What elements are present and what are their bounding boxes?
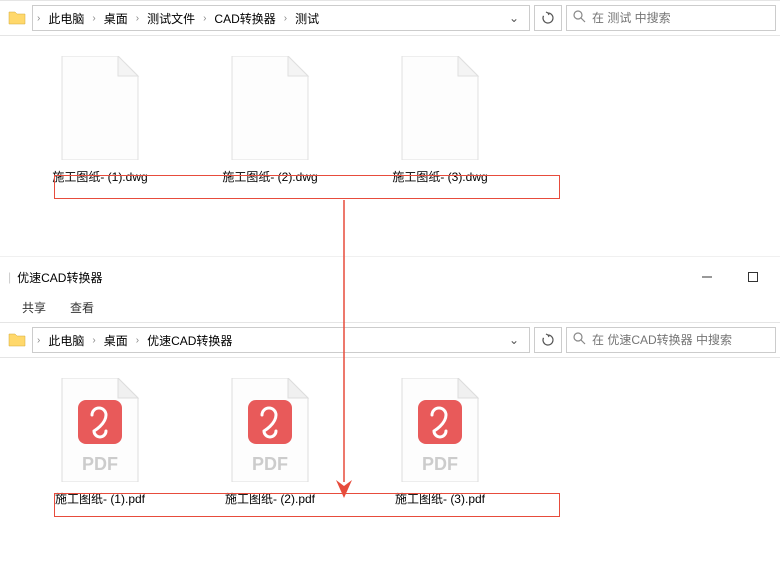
search-input[interactable]	[592, 333, 769, 347]
explorer-window-source: › 此电脑 › 桌面 › 测试文件 › CAD转换器 › 测试 ⌄ 施工图纸	[0, 0, 780, 240]
dwg-file-icon	[228, 56, 312, 160]
svg-text:PDF: PDF	[422, 454, 458, 474]
breadcrumb-item[interactable]: CAD转换器	[208, 10, 281, 27]
pdf-file-icon: PDF	[228, 378, 312, 482]
window-title: 优速CAD转换器	[17, 269, 102, 286]
file-item[interactable]: 施工图纸- (2).dwg	[210, 56, 330, 185]
file-item[interactable]: 施工图纸- (1).dwg	[40, 56, 160, 185]
chevron-right-icon: ›	[90, 13, 97, 24]
breadcrumb-item[interactable]: 此电脑	[42, 332, 90, 349]
file-name: 施工图纸- (3).pdf	[375, 490, 505, 507]
titlebar: | 优速CAD转换器	[0, 262, 780, 292]
search-box[interactable]	[566, 5, 776, 31]
breadcrumb[interactable]: › 此电脑 › 桌面 › 测试文件 › CAD转换器 › 测试 ⌄	[32, 5, 530, 31]
tab-view[interactable]: 查看	[70, 299, 94, 316]
breadcrumb-item[interactable]: 测试文件	[141, 10, 201, 27]
maximize-button[interactable]	[730, 262, 776, 292]
file-name: 施工图纸- (2).pdf	[205, 490, 335, 507]
chevron-right-icon: ›	[90, 335, 97, 346]
ribbon-tabs: 共享 查看	[0, 292, 780, 322]
pdf-file-icon: PDF	[58, 378, 142, 482]
file-item[interactable]: PDF 施工图纸- (1).pdf	[40, 378, 160, 507]
search-box[interactable]	[566, 327, 776, 353]
titlebar-sep: |	[8, 270, 11, 284]
file-name: 施工图纸- (1).dwg	[35, 168, 165, 185]
search-icon	[573, 332, 586, 348]
svg-text:PDF: PDF	[252, 454, 288, 474]
svg-text:PDF: PDF	[82, 454, 118, 474]
search-icon	[573, 10, 586, 26]
file-name: 施工图纸- (1).pdf	[35, 490, 165, 507]
breadcrumb-item[interactable]: 测试	[289, 10, 325, 27]
chevron-down-icon[interactable]: ⌄	[501, 11, 527, 25]
chevron-right-icon: ›	[201, 13, 208, 24]
dwg-file-icon	[398, 56, 482, 160]
chevron-right-icon: ›	[134, 335, 141, 346]
file-item[interactable]: PDF 施工图纸- (2).pdf	[210, 378, 330, 507]
breadcrumb[interactable]: › 此电脑 › 桌面 › 优速CAD转换器 ⌄	[32, 327, 530, 353]
pdf-file-icon: PDF	[398, 378, 482, 482]
minimize-button[interactable]	[684, 262, 730, 292]
chevron-right-icon: ›	[35, 13, 42, 24]
breadcrumb-item[interactable]: 此电脑	[42, 10, 90, 27]
chevron-right-icon: ›	[282, 13, 289, 24]
refresh-button[interactable]	[534, 327, 562, 353]
address-bar: › 此电脑 › 桌面 › 优速CAD转换器 ⌄	[0, 322, 780, 358]
breadcrumb-item[interactable]: 桌面	[98, 10, 134, 27]
search-input[interactable]	[592, 11, 769, 25]
divider	[0, 256, 780, 257]
breadcrumb-item[interactable]: 优速CAD转换器	[141, 332, 238, 349]
chevron-down-icon[interactable]: ⌄	[501, 333, 527, 347]
address-bar: › 此电脑 › 桌面 › 测试文件 › CAD转换器 › 测试 ⌄	[0, 0, 780, 36]
folder-icon[interactable]	[6, 7, 28, 29]
chevron-right-icon: ›	[134, 13, 141, 24]
folder-icon[interactable]	[6, 329, 28, 351]
dwg-file-icon	[58, 56, 142, 160]
file-item[interactable]: 施工图纸- (3).dwg	[380, 56, 500, 185]
file-item[interactable]: PDF 施工图纸- (3).pdf	[380, 378, 500, 507]
chevron-right-icon: ›	[35, 335, 42, 346]
file-name: 施工图纸- (3).dwg	[375, 168, 505, 185]
refresh-button[interactable]	[534, 5, 562, 31]
tab-share[interactable]: 共享	[22, 299, 46, 316]
file-list: PDF 施工图纸- (1).pdf PDF 施工图纸- (2).pdf PDF …	[0, 358, 780, 507]
explorer-window-target: | 优速CAD转换器 共享 查看 › 此电脑 › 桌面 › 优速CAD转换器 ⌄	[0, 262, 780, 582]
breadcrumb-item[interactable]: 桌面	[98, 332, 134, 349]
file-name: 施工图纸- (2).dwg	[205, 168, 335, 185]
file-list: 施工图纸- (1).dwg 施工图纸- (2).dwg 施工图纸- (3).dw…	[0, 36, 780, 185]
